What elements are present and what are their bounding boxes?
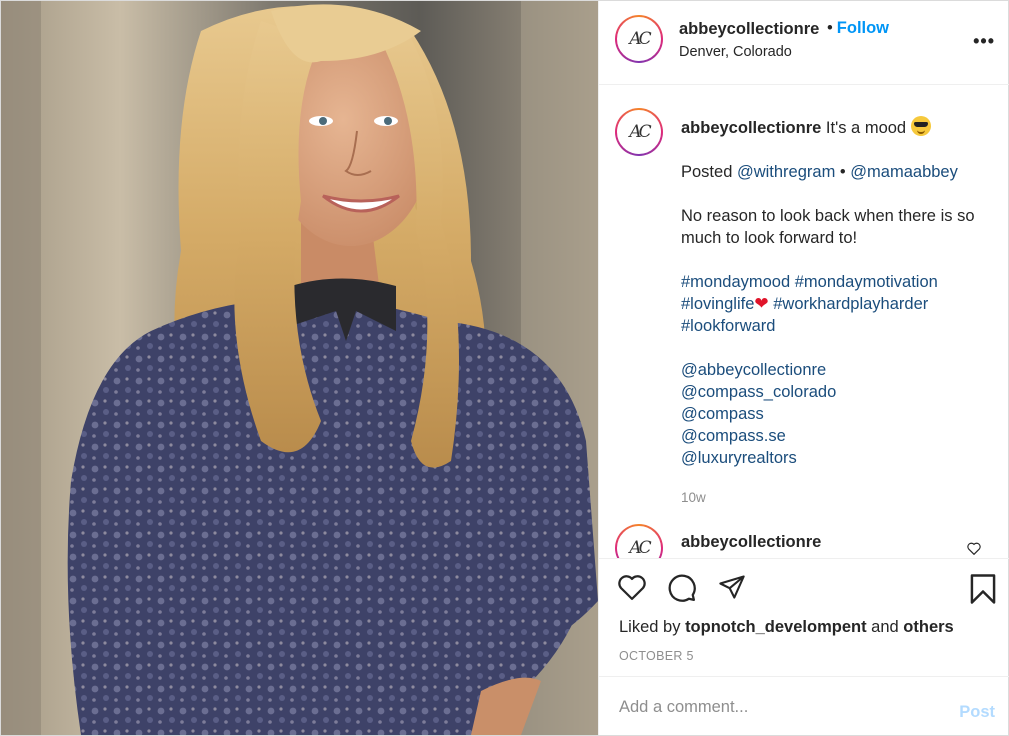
avatar-monogram: AC <box>629 29 651 49</box>
caption-username[interactable]: abbeycollectionre <box>681 119 821 137</box>
post-photo[interactable] <box>1 1 598 735</box>
comment-bubble-icon[interactable] <box>667 573 697 603</box>
caption-age[interactable]: 10w <box>681 487 991 509</box>
posted-separator: • <box>839 163 846 181</box>
hashtag-lookforward[interactable]: #lookforward <box>681 317 775 335</box>
mention-compass-se[interactable]: @compass.se <box>681 427 786 445</box>
comment-username[interactable]: abbeycollectionre <box>681 533 821 552</box>
hashtag-workhardplayharder[interactable]: #workhardplayharder <box>773 295 928 313</box>
instagram-post-modal: AC abbeycollectionre • Follow Denver, Col… <box>0 0 1009 736</box>
post-header: AC abbeycollectionre • Follow Denver, Col… <box>599 1 1009 85</box>
save-bookmark-icon[interactable] <box>969 573 997 605</box>
caption-text: It's a mood <box>825 119 907 137</box>
liked-and: and <box>871 618 899 636</box>
comments-area: AC abbeycollectionre It's a mood Posted … <box>599 86 1009 558</box>
post-date[interactable]: OCTOBER 5 <box>619 649 694 663</box>
mention-compass-colorado[interactable]: @compass_colorado <box>681 383 836 401</box>
share-paper-plane-icon[interactable] <box>717 573 747 601</box>
mention-withregram[interactable]: @withregram <box>737 163 835 181</box>
add-comment-input[interactable] <box>619 695 919 719</box>
follow-separator: • <box>827 19 833 37</box>
caption-body: No reason to look back when there is so … <box>681 207 975 247</box>
post-caption: abbeycollectionre It's a mood Posted @wi… <box>681 116 991 509</box>
comment-composer: Post <box>599 676 1009 735</box>
woman-portrait-image <box>1 1 598 735</box>
hashtags-line[interactable]: #mondaymood #mondaymotivation <box>681 273 938 291</box>
author-avatar[interactable]: AC <box>615 15 663 63</box>
liked-others[interactable]: others <box>903 618 953 636</box>
avatar-monogram: AC <box>629 122 651 142</box>
avatar-monogram: AC <box>629 538 651 558</box>
mention-abbeycollectionre[interactable]: @abbeycollectionre <box>681 361 826 379</box>
like-heart-icon[interactable] <box>617 573 647 601</box>
mention-compass[interactable]: @compass <box>681 405 764 423</box>
more-horizontal-icon[interactable]: ••• <box>973 31 995 52</box>
follow-button[interactable]: Follow <box>837 19 889 37</box>
comment-avatar[interactable]: AC <box>615 524 663 558</box>
follow-group: • Follow <box>827 19 889 38</box>
mention-luxuryrealtors[interactable]: @luxuryrealtors <box>681 449 797 467</box>
liked-prefix: Liked by <box>619 618 681 636</box>
post-side-panel: AC abbeycollectionre • Follow Denver, Col… <box>598 1 1009 735</box>
author-username[interactable]: abbeycollectionre <box>679 20 819 39</box>
posted-label: Posted <box>681 163 733 181</box>
hashtag-lovinglife[interactable]: #lovinglife <box>681 295 754 313</box>
liked-user[interactable]: topnotch_develompent <box>685 618 867 636</box>
post-location[interactable]: Denver, Colorado <box>679 44 792 60</box>
sunglasses-emoji-icon <box>910 116 931 136</box>
liked-by-text: Liked by topnotch_develompent and others <box>619 618 954 637</box>
post-actions: Liked by topnotch_develompent and others… <box>599 558 1009 676</box>
post-comment-button[interactable]: Post <box>959 703 995 722</box>
caption-avatar[interactable]: AC <box>615 108 663 156</box>
mention-mamaabbey[interactable]: @mamaabbey <box>850 163 958 181</box>
red-heart-emoji-icon: ❤ <box>754 294 769 313</box>
comment-like-heart-icon[interactable] <box>967 542 981 555</box>
